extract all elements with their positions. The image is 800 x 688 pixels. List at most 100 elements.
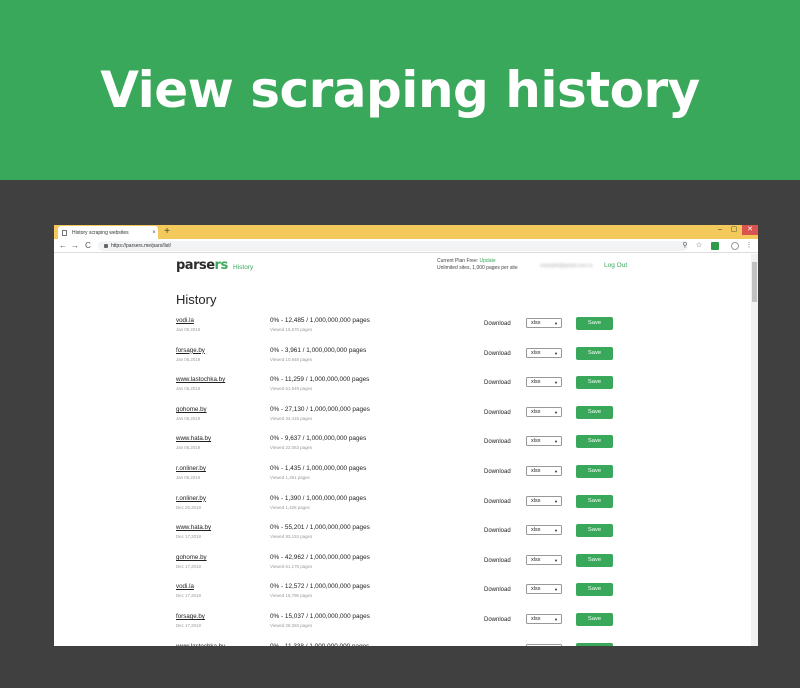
scrape-date: Dec 17,2018 — [176, 623, 201, 628]
scrape-date: Jan 05,2019 — [176, 386, 201, 392]
format-value: xlsx — [531, 320, 541, 326]
new-tab-button[interactable]: + — [162, 225, 172, 239]
download-label: Download — [484, 528, 511, 535]
scrape-progress: 0% - 11,338 / 1,000,000,000 pages — [270, 643, 369, 646]
save-button[interactable]: Save — [576, 376, 613, 390]
save-button[interactable]: Save — [576, 494, 613, 508]
site-link[interactable]: vodi.la — [176, 583, 194, 590]
plan-limits: Unlimited sites, 1,000 pages per site — [437, 264, 518, 271]
format-select[interactable]: xlsx▼ — [526, 554, 562, 565]
chevron-down-icon: ▼ — [554, 409, 558, 415]
viewed-count: Viewed 1,491 pages — [270, 475, 310, 480]
viewed-count: Viewed 28,283 pages — [270, 623, 313, 628]
browser-menu-icon[interactable]: ⋮ — [744, 240, 754, 252]
history-row: www.hata.by Dec 17,2018 0% - 55,201 / 1,00… — [54, 524, 751, 554]
download-label: Download — [484, 557, 511, 564]
extension-icon[interactable] — [711, 242, 719, 250]
close-tab-icon[interactable]: × — [150, 230, 158, 236]
format-value: xlsx — [531, 497, 541, 504]
minimize-button[interactable]: – — [714, 225, 726, 235]
chevron-down-icon: ▼ — [554, 587, 558, 593]
forward-arrow-icon[interactable]: → — [70, 240, 80, 252]
site-link[interactable]: r.onliner.by — [176, 465, 206, 472]
viewed-count: Viewed 10,648 pages — [270, 356, 313, 362]
scrape-progress: 0% - 1,390 / 1,000,000,000 pages — [270, 494, 367, 502]
scrape-date: Jan 05,2019 — [176, 445, 201, 451]
scrollbar[interactable] — [751, 254, 758, 646]
viewed-count: Viewed 61,175 pages — [270, 563, 313, 569]
save-button[interactable]: Save — [576, 583, 613, 597]
site-link[interactable]: www.hata.by — [176, 435, 211, 442]
profile-icon[interactable] — [731, 242, 739, 250]
site-link[interactable]: forsage.by — [176, 613, 205, 620]
close-window-button[interactable]: ✕ — [742, 225, 758, 235]
site-link[interactable]: www.lastochka.by — [176, 376, 225, 383]
format-select[interactable]: xlsx▼ — [526, 406, 562, 417]
format-select[interactable]: xlsx▼ — [526, 318, 562, 328]
scrape-date: Jan 05,2019 — [176, 327, 201, 332]
format-select[interactable]: xlsx▼ — [526, 584, 562, 595]
plan-update-link[interactable]: Update — [480, 258, 496, 264]
format-value: xlsx — [531, 379, 541, 386]
plan-label: Current Plan Free: — [437, 258, 480, 264]
logo-text: parse — [176, 258, 215, 273]
parsers-logo[interactable]: parsers — [176, 258, 228, 273]
scrape-progress: 0% - 15,037 / 1,000,000,000 pages — [270, 613, 370, 620]
url-field[interactable]: https://parsers.me/pars/list/ — [98, 241, 688, 251]
scrape-date: Dec 17,2018 — [176, 563, 201, 569]
chevron-down-icon: ▼ — [554, 498, 558, 504]
site-link[interactable]: www.hata.by — [176, 524, 211, 531]
format-value: xlsx — [531, 438, 541, 445]
chevron-down-icon: ▼ — [554, 469, 558, 474]
scrape-progress: 0% - 55,201 / 1,000,000,000 pages — [270, 524, 370, 532]
page-icon — [62, 229, 67, 236]
bookmark-star-icon[interactable]: ☆ — [694, 240, 704, 252]
download-label: Download — [484, 617, 511, 623]
site-link[interactable]: gohome.by — [176, 406, 207, 413]
download-label: Download — [484, 380, 511, 387]
format-select[interactable]: xlsx▼ — [526, 466, 562, 476]
scrape-progress: 0% - 12,485 / 1,000,000,000 pages — [270, 317, 370, 324]
format-select[interactable]: xlsx▼ — [526, 377, 562, 388]
tab-bar: History scraping websites × + – ▢ ✕ — [54, 225, 758, 239]
plan-info: Current Plan Free: Update Unlimited site… — [437, 258, 518, 271]
format-select[interactable]: xlsx▼ — [526, 614, 562, 624]
format-select[interactable]: xlsx ▼ — [526, 436, 562, 447]
scrape-progress: 0% - 27,130 / 1,000,000,000 pages — [270, 405, 370, 413]
site-link[interactable]: r.onliner.by — [176, 495, 206, 502]
save-button[interactable]: Save — [576, 613, 613, 626]
format-select[interactable]: xlsx▼ — [526, 525, 562, 536]
user-email: example@gmail.com.ru — [540, 263, 593, 268]
reload-icon[interactable]: C — [83, 240, 93, 252]
promo-banner: View scraping history — [0, 0, 800, 180]
save-button[interactable]: Save — [576, 524, 613, 538]
format-select[interactable]: xlsx▼ — [526, 643, 562, 646]
download-label: Download — [484, 498, 511, 505]
save-button[interactable]: Save — [576, 346, 613, 360]
zoom-icon[interactable]: ⚲ — [680, 240, 690, 252]
save-button[interactable]: Save — [576, 465, 613, 478]
format-select[interactable]: xlsx▼ — [526, 347, 562, 358]
chevron-down-icon: ▼ — [554, 439, 558, 445]
save-button[interactable]: Save — [576, 435, 613, 449]
maximize-button[interactable]: ▢ — [728, 225, 740, 235]
scrape-progress: 0% - 12,572 / 1,000,000,000 pages — [270, 583, 370, 591]
site-link[interactable]: gohome.by — [176, 554, 207, 561]
save-button[interactable]: Save — [576, 553, 613, 567]
download-label: Download — [484, 409, 511, 416]
nav-history-link[interactable]: History — [233, 264, 253, 271]
save-button[interactable]: Save — [576, 317, 613, 330]
save-button[interactable]: Save — [576, 642, 613, 646]
logout-link[interactable]: Log Out — [604, 262, 627, 269]
site-link[interactable]: vodi.la — [176, 317, 194, 324]
browser-tab[interactable]: History scraping websites × — [58, 226, 158, 239]
site-link[interactable]: www.lastochka.by — [176, 643, 225, 646]
format-select[interactable]: xlsx ▼ — [526, 495, 562, 506]
browser-window: History scraping websites × + – ▢ ✕ ← → … — [54, 225, 758, 646]
scrape-progress: 0% - 1,435 / 1,000,000,000 pages — [270, 465, 367, 472]
site-link[interactable]: forsage.by — [176, 347, 205, 354]
save-button[interactable]: Save — [576, 405, 613, 419]
back-arrow-icon[interactable]: ← — [58, 240, 68, 252]
scroll-thumb[interactable] — [752, 262, 757, 302]
format-value: xlsx — [531, 556, 541, 563]
